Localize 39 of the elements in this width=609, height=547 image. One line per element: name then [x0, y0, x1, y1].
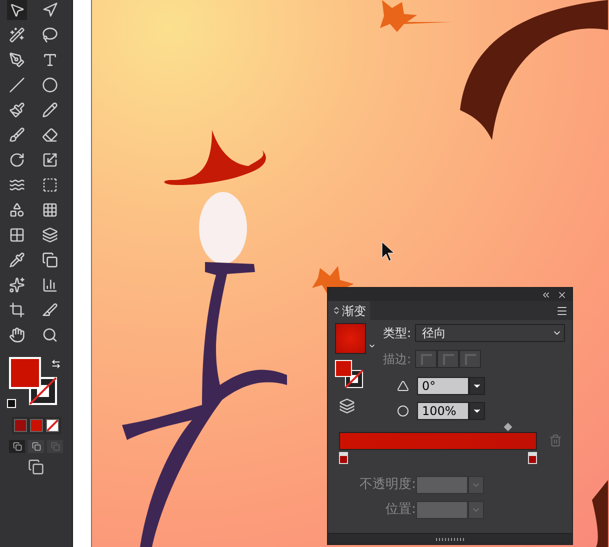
sparkle-icon[interactable]	[7, 275, 27, 295]
caret-icon	[368, 342, 376, 350]
type-select[interactable]: 径向	[415, 324, 565, 342]
swap-icon	[51, 359, 61, 369]
fill-stroke-swatches[interactable]	[9, 357, 57, 405]
location-label: 位置:	[384, 501, 416, 520]
layered-squares-icon[interactable]	[40, 250, 60, 270]
corner-icon	[420, 353, 432, 365]
corner-icon	[464, 353, 476, 365]
aspect-field[interactable]: 100%	[417, 402, 469, 420]
collapse-icon[interactable]	[541, 290, 551, 300]
stroke-label: 描边:	[383, 351, 412, 368]
dropdown-button[interactable]	[469, 377, 485, 395]
pencil-icon[interactable]	[40, 100, 60, 120]
artboard-icon[interactable]	[7, 300, 27, 320]
paintbrush-icon[interactable]	[7, 100, 27, 120]
corner-icon	[442, 353, 454, 365]
close-icon[interactable]	[557, 290, 567, 300]
eyedropper-icon[interactable]	[7, 250, 27, 270]
resize-grip-icon[interactable]	[436, 538, 464, 540]
magic-wand-icon[interactable]	[7, 25, 27, 45]
color-stop-handle[interactable]	[339, 452, 348, 464]
none-mode-icon[interactable]	[46, 419, 58, 432]
lasso-icon[interactable]	[40, 25, 60, 45]
opacity-label: 不透明度:	[358, 476, 416, 494]
panel-menu-icon[interactable]	[556, 304, 568, 316]
hand-icon[interactable]	[7, 325, 27, 345]
up-down-icon	[332, 306, 341, 315]
color-stop-handle[interactable]	[528, 452, 537, 464]
type-label: 类型:	[383, 325, 412, 342]
ellipse-icon[interactable]	[40, 75, 60, 95]
color-mode-icon[interactable]	[14, 419, 26, 432]
fill-stroke-icon[interactable]	[335, 360, 365, 390]
panel-tab[interactable]: 渐变	[328, 301, 370, 320]
gradient-swatch[interactable]	[335, 323, 366, 354]
pen-icon[interactable]	[7, 50, 27, 70]
dropdown-button[interactable]	[469, 402, 485, 420]
line-icon[interactable]	[7, 75, 27, 95]
angle-field[interactable]: 0°	[417, 377, 469, 395]
